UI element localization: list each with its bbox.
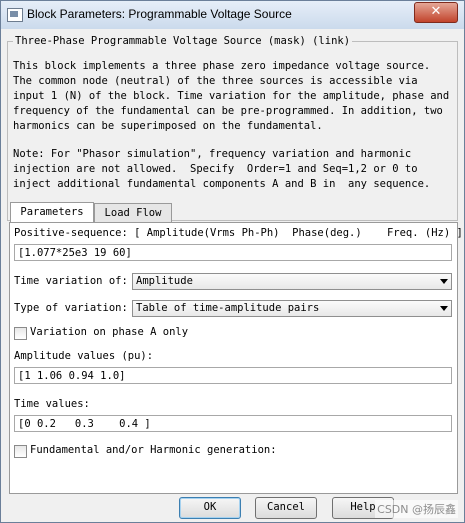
mask-description-group: Three-Phase Programmable Voltage Source … (7, 35, 458, 221)
time-variation-label: Time variation of: (14, 275, 128, 287)
type-of-variation-label: Type of variation: (14, 302, 128, 314)
phase-a-only-checkbox[interactable] (14, 327, 27, 340)
time-values-label: Time values: (14, 398, 90, 410)
ok-button[interactable]: OK (179, 497, 241, 519)
type-of-variation-value: Table of time-amplitude pairs (136, 302, 320, 314)
block-description: This block implements a three phase zero… (13, 60, 450, 132)
time-values-field[interactable]: [0 0.2 0.3 0.4 ] (14, 415, 452, 432)
tab-parameters[interactable]: Parameters (10, 202, 94, 222)
positive-sequence-field[interactable]: [1.077*25e3 19 60] (14, 244, 452, 261)
time-variation-value: Amplitude (136, 275, 193, 287)
group-legend: Three-Phase Programmable Voltage Source … (13, 35, 353, 47)
window-app-icon (7, 8, 23, 22)
watermark: CSDN @扬辰鑫 (375, 500, 458, 518)
amplitude-values-label: Amplitude values (pu): (14, 350, 154, 362)
cancel-button[interactable]: Cancel (255, 497, 317, 519)
time-variation-select[interactable]: Amplitude (132, 273, 452, 290)
type-of-variation-select[interactable]: Table of time-amplitude pairs (132, 300, 452, 317)
phase-a-only-label: Variation on phase A only (30, 326, 189, 338)
harmonic-generation-checkbox[interactable] (14, 445, 27, 458)
dialog-body: Three-Phase Programmable Voltage Source … (7, 29, 463, 519)
chevron-down-icon (440, 279, 448, 284)
dialog-window: Block Parameters: Programmable Voltage S… (0, 0, 465, 523)
positive-sequence-label: Positive-sequence: [ Amplitude(Vrms Ph-P… (14, 227, 463, 239)
parameters-panel: Positive-sequence: [ Amplitude(Vrms Ph-P… (9, 222, 463, 494)
amplitude-values-field[interactable]: [1 1.06 0.94 1.0] (14, 367, 452, 384)
block-note: Note: For "Phasor simulation", frequency… (13, 148, 431, 190)
chevron-down-icon (440, 306, 448, 311)
title-bar[interactable]: Block Parameters: Programmable Voltage S… (1, 1, 464, 29)
window-title: Block Parameters: Programmable Voltage S… (27, 7, 292, 21)
harmonic-generation-label: Fundamental and/or Harmonic generation: (30, 444, 277, 456)
tab-load-flow[interactable]: Load Flow (94, 203, 172, 222)
close-button[interactable]: ✕ (414, 2, 458, 23)
